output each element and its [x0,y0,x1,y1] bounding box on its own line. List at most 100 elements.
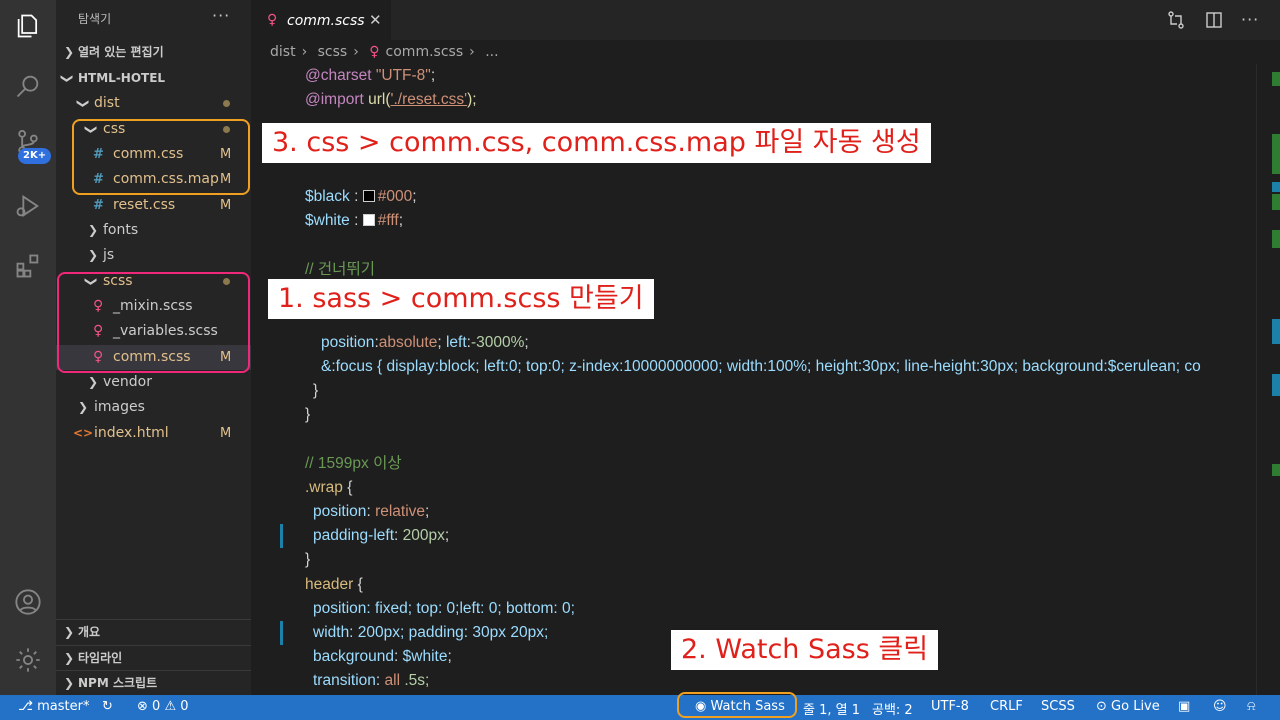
highlight-css-folder [72,119,250,195]
broadcast-icon: ⊙ [1096,699,1107,714]
code-line: $black : #000; [305,188,417,205]
code-line: transition: all .5s; [313,672,430,689]
modified-badge: M [220,426,232,441]
folder-label: fonts [103,222,139,238]
chevron-down-icon: ❯ [76,98,91,109]
go-live-button[interactable]: ⊙ Go Live [1096,699,1160,714]
tree-file-reset-css[interactable]: # reset.css M [56,193,251,218]
file-label: index.html [94,425,169,441]
chevron-right-icon: ❯ [64,676,75,690]
folder-label: vendor [103,374,152,390]
terminal-icon[interactable]: ▣ [1178,699,1190,714]
chevron-right-icon: › [301,44,308,60]
more-actions-icon[interactable]: ··· [1241,10,1261,30]
section-label: 타임라인 [78,651,123,665]
code-line: } [305,551,311,568]
warning-count: 0 [180,699,189,714]
chevron-right-icon: › [353,44,359,60]
breadcrumb-item[interactable]: scss [318,44,348,60]
go-live-label: Go Live [1111,699,1160,714]
notifications-bell-icon[interactable]: ⍾ [1247,699,1256,714]
watch-sass-button[interactable]: ◉ Watch Sass [695,699,785,714]
feedback-icon[interactable]: ☺ [1213,699,1227,714]
vscode-window: 2K+ 탐색기 ··· ❯ 열려 있는 편집기 ❯ HTML-HOTEL ❯ d… [0,0,1280,720]
sync-icon[interactable]: ↻ [102,699,113,714]
annotation-step-1: 1. sass > comm.scss 만들기 [268,279,654,319]
folder-label: js [103,247,115,263]
minimap-marker [1272,194,1280,210]
timeline-section[interactable]: ❯ 타임라인 [56,645,251,670]
minimap-scrollbar[interactable] [1256,64,1280,695]
code-line: // 1599px 이상 [305,455,402,472]
search-icon[interactable] [0,62,56,110]
code-line: @charset "UTF-8"; [305,67,436,84]
code-line: .wrap { [305,479,353,496]
run-debug-icon[interactable] [0,182,56,230]
sass-file-icon: ♀ [267,12,278,28]
encoding[interactable]: UTF-8 [931,699,969,714]
sass-file-icon: ♀ [369,44,380,60]
code-line: position:absolute; left:-3000%; [321,334,529,351]
code-line: width: 200px; padding: 30px 20px; [313,624,549,641]
chevron-right-icon: ❯ [64,45,75,59]
color-swatch[interactable] [362,214,375,226]
modified-dot-icon [223,100,230,107]
open-editors-section[interactable]: ❯ 열려 있는 편집기 [56,40,251,65]
language-mode[interactable]: SCSS [1041,699,1075,714]
close-icon[interactable]: ✕ [369,11,382,29]
warning-icon: ⚠ [164,699,177,714]
chevron-right-icon: ❯ [88,223,99,237]
annotation-step-3: 3. css > comm.css, comm.css.map 파일 자동 생성 [262,123,931,163]
breadcrumb-item[interactable]: ... [485,44,498,60]
tree-folder-js[interactable]: ❯ js [56,243,251,268]
tree-folder-images[interactable]: ❯ images [56,395,251,420]
code-line: &:focus { display:block; left:0; top:0; … [321,358,1201,375]
code-editor[interactable]: @charset "UTF-8"; @import url('./reset.c… [305,64,1201,689]
split-editor-icon[interactable] [1204,10,1224,30]
problems-item[interactable]: ⊗ 0 ⚠ 0 [137,699,189,714]
branch-label: master* [37,699,90,714]
tab-bar: ♀ comm.scss ✕ ··· [251,0,1280,40]
git-branch-item[interactable]: ⎇ master* [18,699,89,714]
code-line: } [305,406,311,423]
gear-icon[interactable] [0,636,56,684]
code-line: } [313,382,319,399]
color-swatch[interactable] [362,190,375,202]
outline-section[interactable]: ❯ 개요 [56,619,251,644]
minimap-marker [1272,464,1280,476]
tree-folder-fonts[interactable]: ❯ fonts [56,218,251,243]
chevron-down-icon: ❯ [60,73,75,84]
more-actions-icon[interactable]: ··· [212,6,230,25]
minimap-marker [1272,182,1280,192]
highlight-scss-folder [57,272,250,373]
breadcrumb-item[interactable]: comm.scss [386,44,464,60]
tab-label: comm.scss [287,13,365,29]
minimap-marker [1272,134,1280,174]
open-changes-icon[interactable] [1166,10,1186,30]
chevron-right-icon: ❯ [78,400,89,414]
file-label: reset.css [113,197,176,213]
tab-comm-scss[interactable]: ♀ comm.scss ✕ [251,0,391,40]
html-file-icon: <> [73,426,94,440]
code-line: @import url('./reset.css'); [305,91,477,108]
end-of-line[interactable]: CRLF [990,699,1023,714]
section-label: HTML-HOTEL [78,71,166,85]
chevron-right-icon: ❯ [88,248,99,262]
extensions-icon[interactable] [0,242,56,290]
activity-bar: 2K+ [0,0,56,695]
explorer-icon[interactable] [0,2,56,50]
tree-folder-vendor[interactable]: ❯ vendor [56,370,251,395]
eye-icon: ◉ [695,699,707,714]
cursor-position[interactable]: 줄 1, 열 1 [803,699,860,718]
tree-file-index[interactable]: <> index.html M [56,421,251,446]
code-line: header { [305,576,363,593]
project-section[interactable]: ❯ HTML-HOTEL [56,66,251,91]
indentation[interactable]: 공백: 2 [872,699,913,718]
code-line: position: fixed; top: 0;left: 0; bottom:… [313,600,575,617]
breadcrumb-item[interactable]: dist [270,44,296,60]
npm-scripts-section[interactable]: ❯ NPM 스크립트 [56,670,251,695]
tree-folder-dist[interactable]: ❯ dist [56,91,251,116]
account-icon[interactable] [0,578,56,626]
code-line: $white : #fff; [305,212,404,229]
annotation-step-2: 2. Watch Sass 클릭 [671,630,939,670]
